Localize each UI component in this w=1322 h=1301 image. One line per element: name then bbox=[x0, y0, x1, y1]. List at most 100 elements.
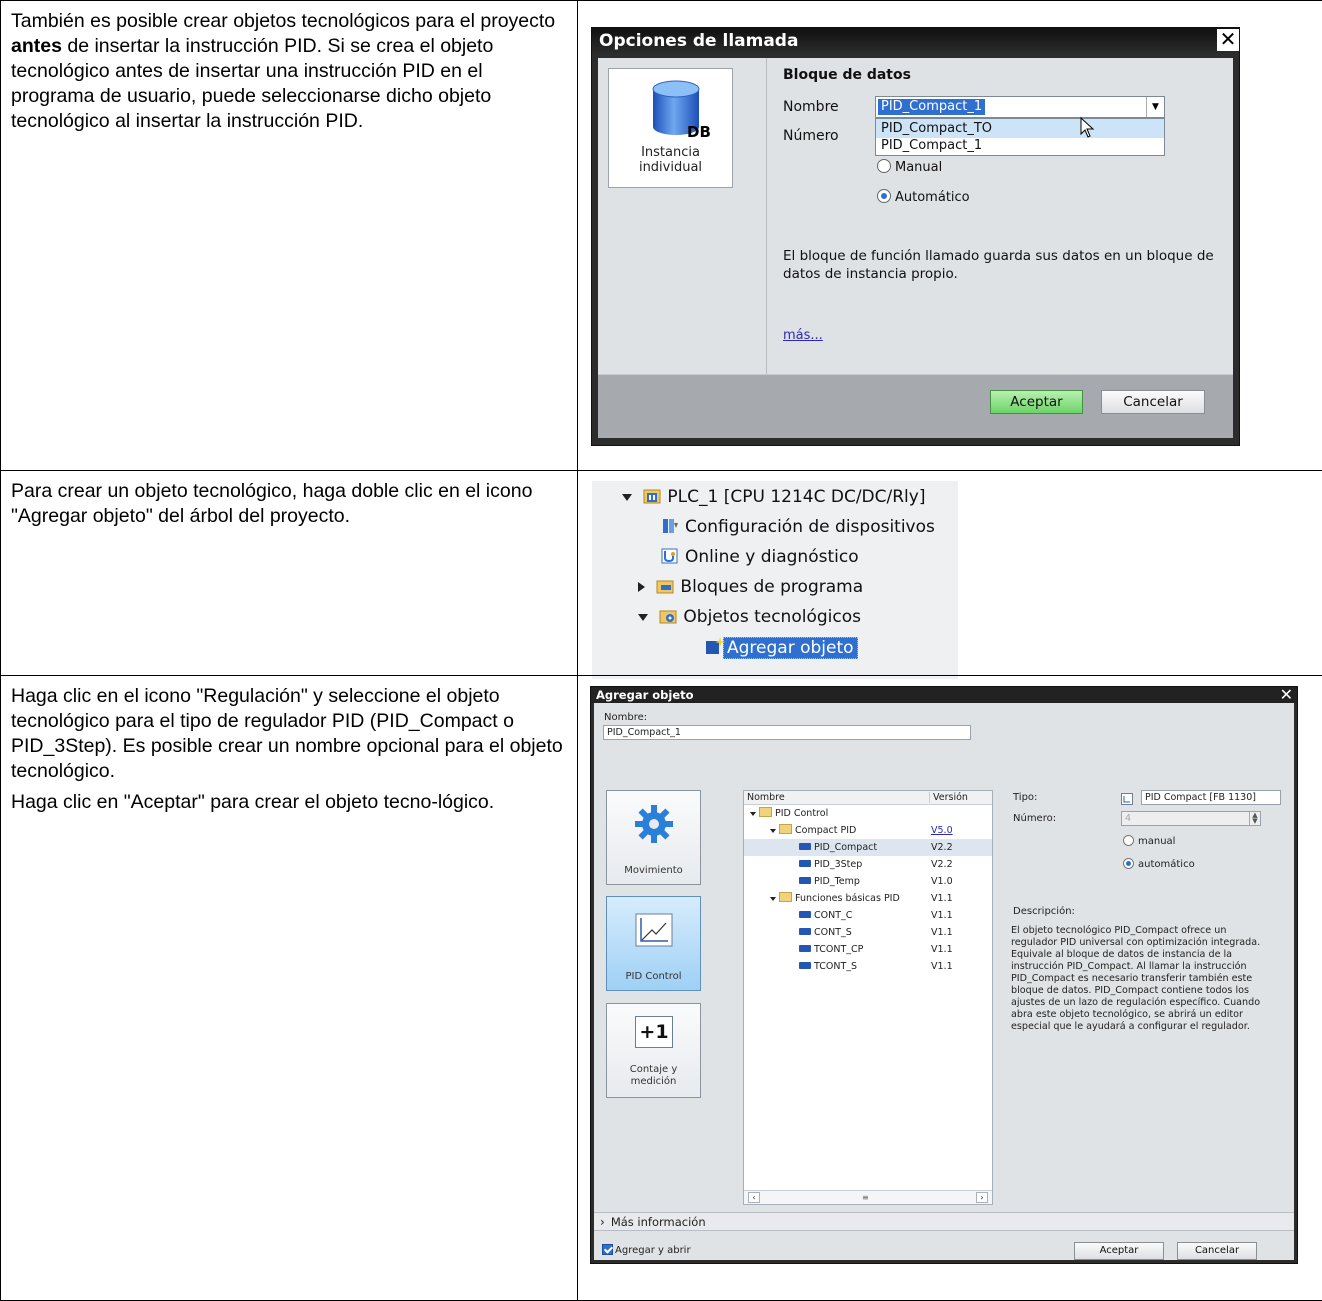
chevron-right-icon[interactable]: › bbox=[600, 1215, 605, 1229]
table-row-call-options: También es posible crear objetos tecnoló… bbox=[0, 0, 1322, 470]
device-config-icon bbox=[661, 516, 679, 533]
ok-button[interactable]: Aceptar bbox=[990, 390, 1083, 414]
scroll-right-icon[interactable]: › bbox=[976, 1192, 988, 1203]
radio-manual[interactable]: manual bbox=[1123, 835, 1175, 847]
dialog-title: Opciones de llamada bbox=[592, 28, 1239, 56]
more-link[interactable]: más... bbox=[783, 328, 823, 343]
number-label: Número bbox=[783, 128, 839, 144]
close-icon[interactable]: ✕ bbox=[1280, 687, 1293, 703]
block-icon bbox=[799, 962, 811, 969]
table-row[interactable]: Funciones básicas PID V1.1 bbox=[744, 890, 992, 907]
ok-button[interactable]: Aceptar bbox=[1074, 1242, 1164, 1260]
fb-block-icon bbox=[1121, 793, 1133, 805]
add-object-icon bbox=[705, 637, 725, 654]
close-icon[interactable]: ✕ bbox=[1217, 29, 1239, 51]
spinner-icon: ▲ ▼ bbox=[1249, 812, 1260, 825]
instruction-cell: Haga clic en el icono "Regulación" y sel… bbox=[0, 676, 578, 1301]
number-label: Número: bbox=[1013, 813, 1057, 824]
table-row[interactable]: TCONT_S V1.1 bbox=[744, 958, 992, 975]
tree-node-program-blocks[interactable]: Bloques de programa bbox=[638, 574, 863, 600]
counter-icon: +1 bbox=[635, 1016, 673, 1048]
tree-node-add-object[interactable]: Agregar objeto bbox=[705, 635, 858, 661]
name-input[interactable]: PID_Compact_1 bbox=[603, 725, 971, 740]
name-dropdown-list: PID_Compact_TO PID_Compact_1 bbox=[875, 117, 1165, 156]
dialog-title: Agregar objeto bbox=[591, 687, 1297, 703]
call-options-dialog: Opciones de llamada ✕ DB Instancia indivi… bbox=[591, 27, 1240, 446]
expand-arrow-icon[interactable] bbox=[638, 582, 645, 592]
screenshot-cell: PLC_1 [CPU 1214C DC/DC/Rly] Configuració… bbox=[578, 471, 1322, 679]
scroll-grip-icon[interactable]: ≡ bbox=[862, 1191, 869, 1204]
category-pid-control[interactable]: PID Control bbox=[606, 896, 701, 991]
name-value: PID_Compact_1 bbox=[878, 99, 986, 115]
add-and-open-checkbox[interactable]: Agregar y abrir bbox=[602, 1244, 691, 1256]
table-row[interactable]: Compact PID V5.0 bbox=[744, 822, 992, 839]
expand-arrow-icon[interactable] bbox=[622, 493, 632, 501]
table-row-project-tree: Para crear un objeto tecnológico, haga d… bbox=[0, 470, 1322, 679]
table-row[interactable]: PID_Compact V2.2 bbox=[744, 839, 992, 856]
number-field[interactable]: 4 ▲ ▼ bbox=[1121, 811, 1261, 826]
add-object-dialog: Agregar objeto ✕ Nombre: PID_Compact_1 M… bbox=[590, 686, 1298, 1264]
table-row[interactable]: CONT_C V1.1 bbox=[744, 907, 992, 924]
expand-arrow-icon[interactable] bbox=[638, 613, 648, 621]
table-row[interactable]: PID_Temp V1.0 bbox=[744, 873, 992, 890]
instruction-text: Haga clic en el icono "Regulación" y sel… bbox=[11, 685, 563, 782]
dialog-body: Nombre: PID_Compact_1 Movimiento PID Con… bbox=[594, 703, 1294, 1260]
more-info-bar[interactable]: › Más información bbox=[594, 1212, 1294, 1231]
table-row[interactable]: PID Control bbox=[744, 805, 992, 822]
category-label: Contaje y medición bbox=[629, 1064, 678, 1087]
dropdown-option[interactable]: PID_Compact_1 bbox=[876, 137, 1164, 155]
cancel-button[interactable]: Cancelar bbox=[1177, 1242, 1257, 1260]
cancel-button[interactable]: Cancelar bbox=[1101, 390, 1205, 414]
dropdown-option[interactable]: PID_Compact_TO bbox=[876, 119, 1164, 138]
tree-node-tech-objects[interactable]: Objetos tecnológicos bbox=[638, 604, 861, 630]
instruction-cell: También es posible crear objetos tecnoló… bbox=[0, 1, 578, 470]
block-icon bbox=[799, 911, 811, 918]
type-label: Tipo: bbox=[1013, 792, 1038, 803]
program-blocks-icon bbox=[656, 576, 674, 594]
instruction-text: Haga clic en "Aceptar" para crear el obj… bbox=[11, 791, 495, 813]
single-instance-tile[interactable]: DB Instancia individual bbox=[608, 68, 733, 188]
screenshot-cell: Opciones de llamada ✕ DB Instancia indivi… bbox=[578, 1, 1322, 470]
block-icon bbox=[799, 843, 811, 850]
data-block-settings: Bloque de datos Nombre Número PID_Compac… bbox=[783, 58, 1233, 374]
category-label: Movimiento bbox=[624, 865, 683, 876]
tree-node-plc[interactable]: PLC_1 [CPU 1214C DC/DC/Rly] bbox=[622, 484, 925, 510]
instruction-text: Para crear un objeto tecnológico, haga d… bbox=[11, 480, 533, 527]
instruction-cell: Para crear un objeto tecnológico, haga d… bbox=[0, 471, 578, 675]
name-label: Nombre bbox=[783, 99, 839, 115]
screenshot-cell: Agregar objeto ✕ Nombre: PID_Compact_1 M… bbox=[578, 676, 1322, 1301]
tree-node-online-diag[interactable]: Online y diagnóstico bbox=[661, 544, 859, 570]
chevron-down-icon[interactable]: ▼ bbox=[1146, 97, 1164, 117]
dialog-body: DB Instancia individual Bloque de datos N… bbox=[598, 58, 1233, 374]
scroll-left-icon[interactable]: ‹ bbox=[748, 1192, 760, 1203]
table-row-add-object: Haga clic en el icono "Regulación" y sel… bbox=[0, 675, 1322, 1301]
tech-objects-icon bbox=[659, 606, 677, 624]
table-row[interactable]: PID_3Step V2.2 bbox=[744, 856, 992, 873]
radio-manual[interactable]: Manual bbox=[877, 159, 942, 176]
category-counting[interactable]: +1 Contaje y medición bbox=[606, 1003, 701, 1098]
category-motion[interactable]: Movimiento bbox=[606, 790, 701, 885]
block-icon bbox=[799, 928, 811, 935]
folder-icon bbox=[779, 892, 792, 902]
name-label: Nombre: bbox=[604, 712, 648, 723]
project-tree: PLC_1 [CPU 1214C DC/DC/Rly] Configuració… bbox=[592, 481, 958, 679]
plc-folder-icon bbox=[643, 486, 661, 504]
name-combobox[interactable]: PID_Compact_1 ▼ bbox=[875, 96, 1165, 118]
horizontal-scrollbar[interactable]: ‹ ≡ › bbox=[744, 1190, 992, 1204]
block-icon bbox=[799, 877, 811, 884]
radio-automatic[interactable]: Automático bbox=[877, 189, 970, 206]
emphasis-antes: antes bbox=[11, 35, 62, 57]
table-header: Nombre Versión bbox=[744, 791, 992, 805]
tree-node-device-config[interactable]: Configuración de dispositivos bbox=[661, 514, 935, 540]
table-row[interactable]: TCONT_CP V1.1 bbox=[744, 941, 992, 958]
diagnostics-icon bbox=[661, 546, 679, 564]
object-tree-table: Nombre Versión PID Control Compact PID V5… bbox=[743, 790, 993, 1205]
block-type-pane: DB Instancia individual bbox=[598, 58, 767, 374]
radio-automatic[interactable]: automático bbox=[1123, 858, 1195, 870]
gear-icon bbox=[635, 805, 673, 843]
folder-icon bbox=[759, 807, 772, 817]
instruction-text: También es posible crear objetos tecnoló… bbox=[11, 10, 556, 132]
mouse-cursor-icon bbox=[1080, 117, 1095, 138]
description-label: Descripción: bbox=[1013, 906, 1075, 917]
table-row[interactable]: CONT_S V1.1 bbox=[744, 924, 992, 941]
